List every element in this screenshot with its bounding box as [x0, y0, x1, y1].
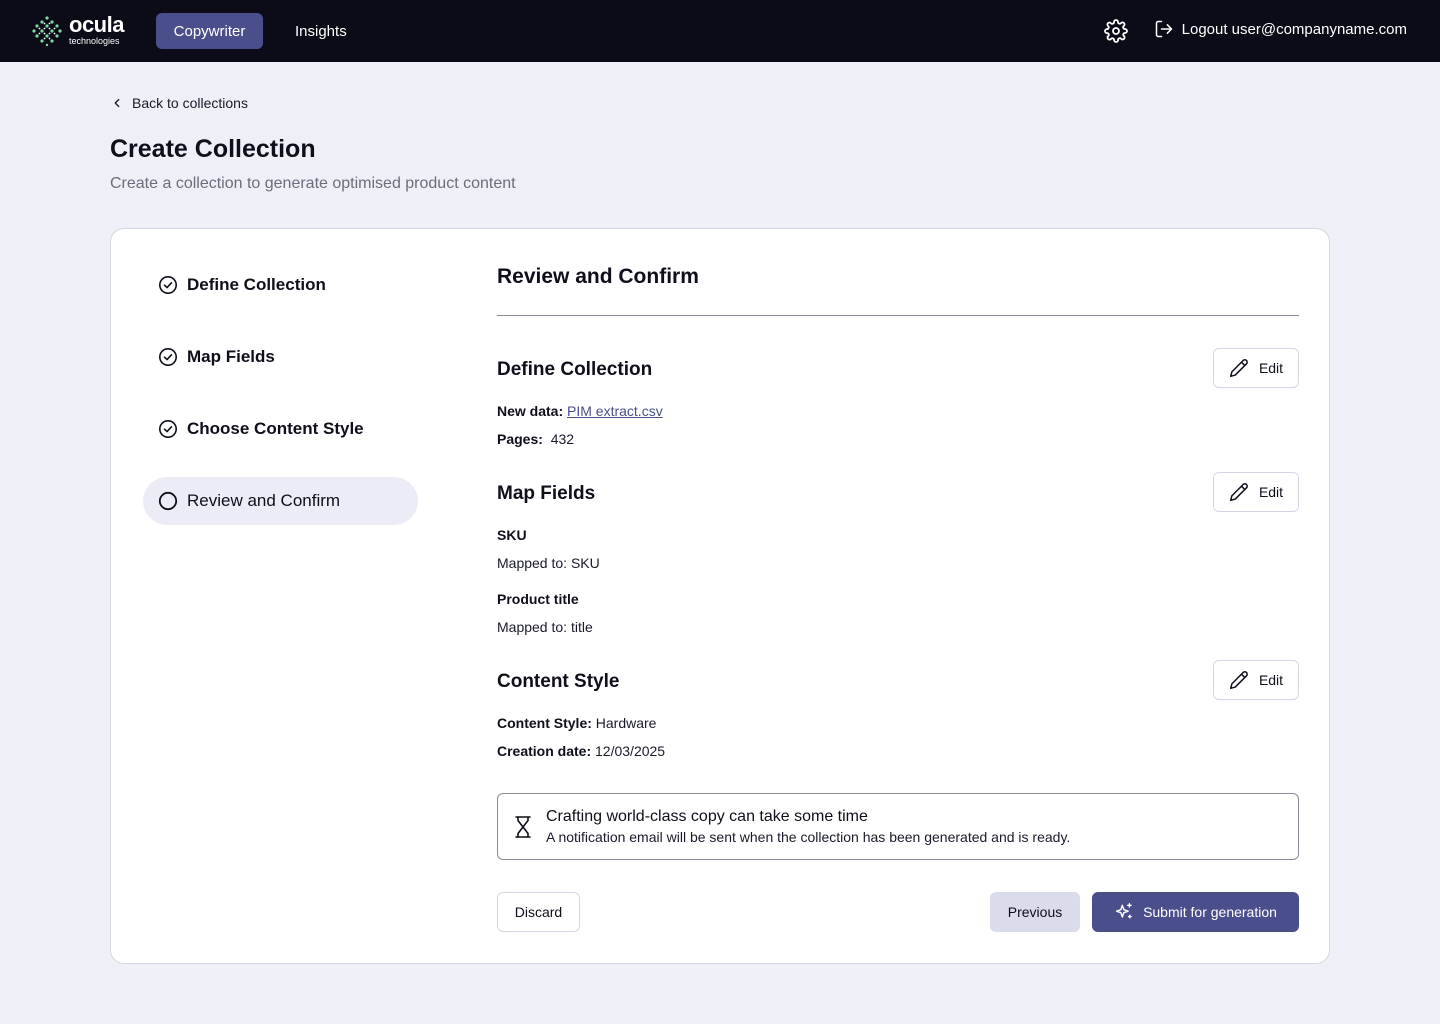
edit-content-style-button[interactable]: Edit: [1213, 660, 1299, 700]
check-circle-icon: [159, 420, 177, 438]
top-navigation-bar: ocula technologies Copywriter Insights L…: [0, 0, 1440, 62]
content-style-label: Content Style:: [497, 715, 592, 731]
new-data-label: New data:: [497, 403, 564, 419]
back-to-collections-link[interactable]: Back to collections: [110, 95, 248, 111]
back-link-label: Back to collections: [132, 95, 248, 111]
pencil-icon: [1229, 483, 1248, 502]
field-name: SKU: [497, 527, 527, 543]
step-label: Review and Confirm: [187, 491, 341, 510]
step-label: Define Collection: [187, 275, 326, 294]
submit-label: Submit for generation: [1143, 904, 1277, 920]
edit-map-fields-button[interactable]: Edit: [1213, 472, 1299, 512]
pages-value: 432: [550, 431, 575, 447]
pages-row: Pages: 432: [497, 431, 574, 447]
previous-button[interactable]: Previous: [990, 892, 1080, 932]
pages-label: Pages:: [497, 431, 543, 447]
new-data-file-link[interactable]: PIM extract.csv: [567, 403, 663, 419]
notice-text: Crafting world-class copy can take some …: [546, 808, 1070, 845]
page-subtitle: Create a collection to generate optimise…: [110, 175, 516, 192]
check-circle-icon: [159, 276, 177, 294]
step-review-and-confirm[interactable]: Review and Confirm: [143, 477, 418, 525]
step-label: Choose Content Style: [187, 419, 364, 438]
pencil-icon: [1229, 671, 1248, 690]
create-collection-card: Define Collection Map Fields Choose Cont…: [110, 228, 1330, 964]
logout-button[interactable]: Logout user@companyname.com: [1154, 19, 1407, 39]
nav-tab-copywriter[interactable]: Copywriter: [156, 13, 263, 49]
define-collection-heading: Define Collection: [497, 359, 653, 380]
page-title: Create Collection: [110, 135, 316, 163]
edit-label: Edit: [1258, 672, 1284, 688]
ocula-logo-icon: [32, 16, 62, 46]
creation-date-row: Creation date: 12/03/2025: [497, 743, 665, 759]
logout-label: Logout user@companyname.com: [1181, 20, 1407, 38]
divider: [497, 315, 1299, 316]
new-data-row: New data: PIM extract.csv: [497, 403, 663, 419]
notice-title: Crafting world-class copy can take some …: [546, 808, 868, 825]
edit-define-collection-button[interactable]: Edit: [1213, 348, 1299, 388]
content-style-value: Hardware: [595, 715, 657, 731]
pencil-icon: [1229, 359, 1248, 378]
step-map-fields[interactable]: Map Fields: [143, 333, 418, 381]
map-fields-heading: Map Fields: [497, 483, 596, 504]
generation-time-notice: Crafting world-class copy can take some …: [497, 793, 1299, 860]
chevron-left-icon: [114, 98, 120, 108]
logout-icon: [1155, 20, 1172, 38]
sparkles-icon: [1115, 902, 1132, 919]
content-style-row: Content Style: Hardware: [497, 715, 656, 731]
review-panel: Review and Confirm Define Collection Edi…: [497, 229, 1299, 963]
field-mapping: Mapped to: title: [497, 619, 593, 635]
brand-logo[interactable]: ocula technologies: [31, 14, 124, 46]
check-circle-icon: [159, 348, 177, 366]
creation-date-value: 12/03/2025: [595, 743, 666, 759]
step-define-collection[interactable]: Define Collection: [143, 261, 418, 309]
submit-for-generation-button[interactable]: Submit for generation: [1092, 892, 1299, 932]
hourglass-icon: [515, 815, 531, 838]
review-title: Review and Confirm: [497, 265, 699, 288]
edit-label: Edit: [1258, 360, 1284, 376]
settings-button[interactable]: [1104, 19, 1128, 43]
content-style-heading: Content Style: [497, 671, 620, 692]
field-mapping: Mapped to: SKU: [497, 555, 600, 571]
discard-button[interactable]: Discard: [497, 892, 580, 932]
notice-body: A notification email will be sent when t…: [546, 829, 1071, 845]
field-name: Product title: [497, 591, 579, 607]
empty-circle-icon: [158, 491, 178, 511]
brand-subname: technologies: [69, 36, 120, 46]
brand-name: ocula: [69, 12, 124, 37]
brand-wordmark: ocula technologies: [69, 14, 124, 46]
nav-tab-insights[interactable]: Insights: [279, 13, 363, 49]
edit-label: Edit: [1258, 484, 1284, 500]
step-label: Map Fields: [187, 347, 275, 366]
step-choose-content-style[interactable]: Choose Content Style: [143, 405, 418, 453]
creation-date-label: Creation date:: [497, 743, 592, 759]
gear-icon: [1104, 19, 1128, 43]
